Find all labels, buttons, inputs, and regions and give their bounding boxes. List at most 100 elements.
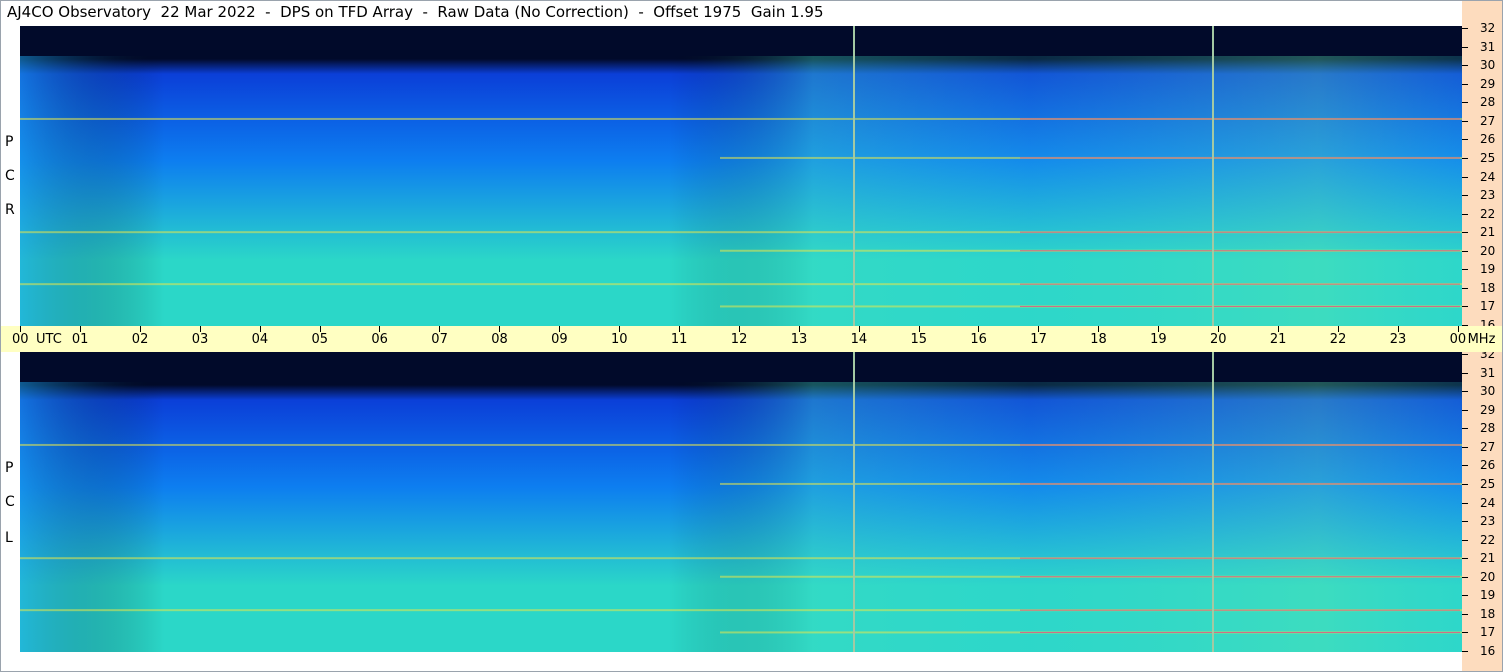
lcp-freq-tick-27 bbox=[1462, 446, 1468, 448]
lcp-band-peak-3 bbox=[1020, 576, 1460, 578]
rcp-freq-label-28: 28 bbox=[1480, 95, 1496, 110]
time-tick-18 bbox=[1098, 326, 1100, 332]
rcp-band-peak-2 bbox=[1020, 231, 1460, 233]
lcp-spectrogram-svg bbox=[20, 352, 1462, 652]
time-label-11: 10 bbox=[611, 332, 628, 347]
time-label-22: 21 bbox=[1269, 332, 1287, 347]
lcp-freq-tick-20 bbox=[1462, 576, 1468, 578]
rcp-daytime-overlay bbox=[20, 56, 1462, 326]
rcp-freq-tick-17 bbox=[1462, 306, 1468, 308]
lcp-freq-label-19: 19 bbox=[1480, 588, 1496, 603]
rcp-freq-tick-20 bbox=[1462, 250, 1468, 252]
lcp-freq-label-24: 24 bbox=[1480, 495, 1496, 510]
lcp-freq-label-30: 30 bbox=[1480, 384, 1496, 399]
time-label-12: 11 bbox=[670, 332, 688, 347]
lcp-band-peak-0 bbox=[1020, 444, 1460, 446]
lcp-freq-label-28: 28 bbox=[1480, 421, 1496, 436]
lcp-freq-label-20: 20 bbox=[1480, 569, 1496, 584]
frequency-axis-rcp: 32 31 30 29 28 27 26 25 24 23 22 21 20 19 18 17 16 bbox=[1462, 0, 1503, 332]
rcp-freq-label-27: 27 bbox=[1480, 113, 1496, 128]
time-tick-3 bbox=[199, 326, 201, 332]
lcp-freq-tick-22 bbox=[1462, 539, 1468, 541]
lcp-band-peak-4 bbox=[1020, 609, 1460, 611]
lcp-band-peak-1 bbox=[1020, 483, 1460, 485]
time-label-3: 02 bbox=[131, 332, 149, 347]
rcp-band-peak-5 bbox=[1020, 305, 1460, 307]
lcp-freq-label-31: 31 bbox=[1480, 365, 1496, 380]
time-label-13: 12 bbox=[730, 332, 748, 347]
time-tick-11 bbox=[678, 326, 680, 332]
lcp-freq-label-17: 17 bbox=[1480, 625, 1496, 640]
lcp-daytime-overlay bbox=[20, 382, 1462, 652]
utc-marker-1-1 bbox=[1212, 352, 1214, 652]
time-label-0: 00 bbox=[12, 332, 29, 347]
lcp-freq-tick-29 bbox=[1462, 409, 1468, 411]
chart-title: AJ4CO Observatory 22 Mar 2022 - DPS on T… bbox=[7, 3, 824, 21]
time-tick-24 bbox=[1457, 326, 1459, 332]
lcp-letter-c: C bbox=[5, 494, 15, 510]
time-tick-12 bbox=[738, 326, 740, 332]
rcp-band-peak-3 bbox=[1020, 250, 1460, 252]
lcp-freq-tick-26 bbox=[1462, 465, 1468, 467]
rcp-freq-tick-28 bbox=[1462, 102, 1468, 104]
lcp-freq-label-23: 23 bbox=[1480, 514, 1496, 529]
time-tick-14 bbox=[858, 326, 860, 332]
time-label-4: 03 bbox=[191, 332, 209, 347]
time-tick-19 bbox=[1158, 326, 1160, 332]
time-tick-21 bbox=[1277, 326, 1279, 332]
time-tick-20 bbox=[1218, 326, 1219, 332]
time-label-5: 04 bbox=[251, 332, 269, 347]
rcp-band-peak-1 bbox=[1020, 157, 1460, 159]
time-label-21: 20 bbox=[1210, 332, 1227, 347]
time-tick-2 bbox=[139, 326, 141, 332]
lcp-freq-label-21: 21 bbox=[1480, 551, 1496, 566]
rcp-freq-tick-29 bbox=[1462, 83, 1468, 85]
rcp-freq-label-26: 26 bbox=[1480, 132, 1496, 147]
rcp-freq-tick-24 bbox=[1462, 176, 1468, 178]
rcp-freq-tick-26 bbox=[1462, 139, 1468, 141]
rcp-freq-tick-21 bbox=[1462, 232, 1468, 234]
time-tick-17 bbox=[1038, 326, 1040, 332]
time-label-23: 22 bbox=[1329, 332, 1347, 347]
lcp-freq-tick-25 bbox=[1462, 483, 1468, 485]
time-tick-15 bbox=[918, 326, 920, 332]
time-label-16: 15 bbox=[910, 332, 928, 347]
time-tick-8 bbox=[499, 326, 501, 332]
time-tick-16 bbox=[978, 326, 980, 332]
spectrogram-lcp bbox=[20, 352, 1462, 652]
time-tick-4 bbox=[259, 326, 261, 332]
rcp-freq-tick-27 bbox=[1462, 120, 1468, 122]
utc-marker-1-0 bbox=[1212, 26, 1214, 326]
time-tick-22 bbox=[1337, 326, 1339, 332]
rcp-freq-tick-18 bbox=[1462, 287, 1468, 289]
time-tick-13 bbox=[798, 326, 800, 332]
lcp-freq-tick-24 bbox=[1462, 502, 1468, 504]
rcp-freq-label-19: 19 bbox=[1480, 262, 1496, 277]
lcp-freq-tick-32 bbox=[1462, 354, 1468, 355]
frequency-axis-lcp: 32 31 30 29 28 27 26 25 24 23 22 21 20 19 18 17 16 bbox=[1462, 347, 1503, 672]
rcp-freq-tick-32 bbox=[1462, 28, 1468, 29]
rcp-letter-r: R bbox=[5, 202, 15, 218]
lcp-freq-tick-18 bbox=[1462, 613, 1468, 615]
time-label-15: 14 bbox=[850, 332, 868, 347]
rcp-freq-tick-30 bbox=[1462, 65, 1468, 67]
lcp-freq-tick-19 bbox=[1462, 595, 1468, 597]
lcp-freq-label-18: 18 bbox=[1480, 606, 1496, 621]
rcp-freq-label-29: 29 bbox=[1480, 76, 1496, 91]
time-tick-6 bbox=[379, 326, 381, 332]
lcp-freq-tick-23 bbox=[1462, 521, 1468, 523]
lcp-freq-label-25: 25 bbox=[1480, 476, 1496, 491]
rcp-freq-tick-31 bbox=[1462, 46, 1468, 48]
lcp-freq-tick-28 bbox=[1462, 428, 1468, 430]
rcp-freq-label-30: 30 bbox=[1480, 58, 1496, 73]
time-tick-7 bbox=[439, 326, 441, 332]
time-axis: 00 UTC 01 02 03 04 05 06 07 08 09 10 11 12 13 14 15 16 17 1… bbox=[0, 326, 1503, 352]
time-tick-1 bbox=[79, 326, 81, 332]
lcp-freq-label-22: 22 bbox=[1480, 532, 1496, 547]
rcp-freq-label-23: 23 bbox=[1480, 188, 1496, 203]
lcp-freq-tick-16 bbox=[1462, 651, 1468, 652]
lcp-band-peak-5 bbox=[1020, 631, 1460, 633]
rcp-freq-label-24: 24 bbox=[1480, 169, 1496, 184]
time-label-10: 09 bbox=[551, 332, 568, 347]
time-tick-0 bbox=[20, 326, 21, 332]
